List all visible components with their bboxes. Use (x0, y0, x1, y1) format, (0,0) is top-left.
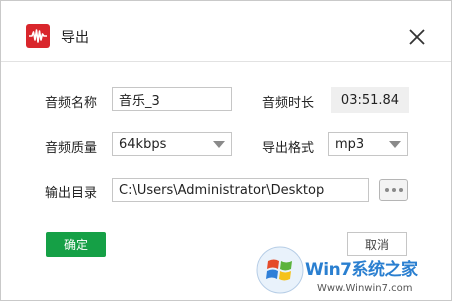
chevron-down-icon (389, 141, 401, 148)
waveform-icon (26, 24, 50, 48)
audio-name-value: 音乐_3 (119, 93, 160, 109)
output-dir-input[interactable]: C:\Users\Administrator\Desktop (112, 178, 369, 202)
watermark: Win7系统之家 Www.Winwin7.com (255, 245, 451, 300)
dialog-title: 导出 (61, 30, 89, 46)
title-bar: 导出 (1, 1, 451, 48)
watermark-url: Www.Winwin7.com (317, 283, 413, 294)
audio-name-label: 音频名称 (45, 96, 98, 111)
browse-button[interactable] (379, 179, 408, 201)
export-format-label: 导出格式 (262, 141, 315, 156)
ok-button[interactable]: 确定 (46, 232, 106, 257)
output-dir-label: 输出目录 (45, 186, 98, 201)
audio-quality-select[interactable]: 64kbps (112, 132, 232, 156)
audio-duration-label: 音频时长 (262, 96, 315, 111)
export-format-value: mp3 (335, 136, 365, 152)
output-dir-value: C:\Users\Administrator\Desktop (119, 182, 325, 198)
watermark-brand: Win7系统之家 (305, 260, 418, 280)
close-icon[interactable] (405, 25, 429, 49)
windows-logo-icon (256, 246, 304, 294)
export-dialog: 导出 音频名称 音乐_3 音频时长 03:51.84 音频质量 64kbps 导… (0, 0, 452, 301)
chevron-down-icon (213, 141, 225, 148)
audio-quality-value: 64kbps (119, 136, 167, 152)
title-divider (1, 61, 451, 62)
export-format-select[interactable]: mp3 (328, 132, 408, 156)
ellipsis-icon (384, 188, 389, 192)
audio-name-input[interactable]: 音乐_3 (112, 87, 232, 111)
audio-duration-value: 03:51.84 (331, 87, 409, 113)
audio-quality-label: 音频质量 (45, 141, 98, 156)
